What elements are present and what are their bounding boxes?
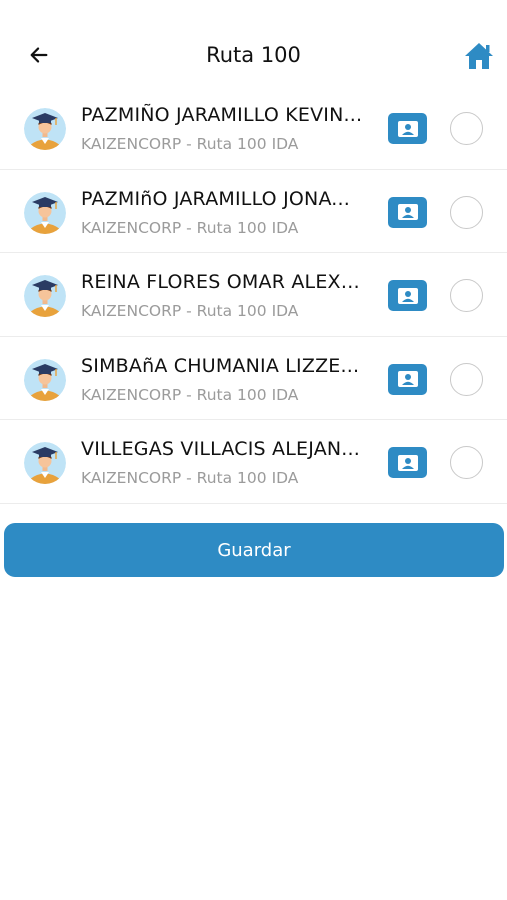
list-item: PAZMIñO JARAMILLO JONA... KAIZENCORP - R…: [0, 170, 507, 253]
graduate-avatar-icon: [24, 108, 66, 150]
contact-card-icon: [397, 371, 418, 387]
student-list: PAZMIÑO JARAMILLO KEVIN... KAIZENCORP - …: [0, 86, 507, 504]
select-radio[interactable]: [450, 279, 483, 312]
student-route: KAIZENCORP - Ruta 100 IDA: [81, 385, 299, 404]
contact-card-icon: [397, 120, 418, 137]
contact-card-icon: [397, 204, 418, 220]
contact-card-button[interactable]: [388, 113, 427, 144]
save-button[interactable]: Guardar: [4, 523, 504, 577]
student-route: KAIZENCORP - Ruta 100 IDA: [81, 135, 299, 153]
contact-card-button[interactable]: [388, 280, 427, 311]
select-radio[interactable]: [450, 195, 483, 229]
select-radio[interactable]: [450, 112, 483, 145]
student-route: KAIZENCORP - Ruta 100 IDA: [81, 469, 299, 487]
app-screen: Ruta 100 PAZMIÑO JARAMILLO KEVIN... KAIZ…: [0, 0, 507, 900]
student-name: REINA FLORES OMAR ALEXA...: [81, 271, 371, 293]
list-item: SIMBAñA CHUMANIA LIZZE... KAIZENCORP - R…: [0, 337, 507, 420]
student-name: SIMBAñA CHUMANIA LIZZE...: [81, 354, 360, 377]
student-name: PAZMIÑO JARAMILLO KEVIN...: [81, 104, 363, 126]
student-route: KAIZENCORP - Ruta 100 IDA: [81, 302, 299, 320]
list-item: REINA FLORES OMAR ALEXA... KAIZENCORP - …: [0, 253, 507, 337]
student-name: VILLEGAS VILLACIS ALEJAN...: [81, 438, 361, 460]
page-title: Ruta 100: [206, 43, 301, 67]
select-radio[interactable]: [450, 446, 483, 479]
graduate-avatar-icon: [24, 191, 66, 234]
contact-card-button[interactable]: [388, 447, 427, 478]
home-icon: [465, 43, 493, 69]
list-item: VILLEGAS VILLACIS ALEJAN... KAIZENCORP -…: [0, 420, 507, 504]
contact-card-button[interactable]: [388, 196, 427, 228]
graduate-avatar-icon: [24, 358, 66, 401]
list-item: PAZMIÑO JARAMILLO KEVIN... KAIZENCORP - …: [0, 86, 507, 170]
graduate-avatar-icon: [24, 442, 66, 484]
contact-card-icon: [397, 287, 418, 304]
graduate-avatar-icon: [24, 275, 66, 317]
contact-card-icon: [397, 454, 418, 471]
contact-card-button[interactable]: [388, 363, 427, 395]
select-radio[interactable]: [450, 362, 483, 396]
student-name: PAZMIñO JARAMILLO JONA...: [81, 187, 351, 210]
student-route: KAIZENCORP - Ruta 100 IDA: [81, 218, 299, 237]
home-button[interactable]: [462, 40, 496, 72]
top-bar: Ruta 100: [0, 0, 507, 92]
